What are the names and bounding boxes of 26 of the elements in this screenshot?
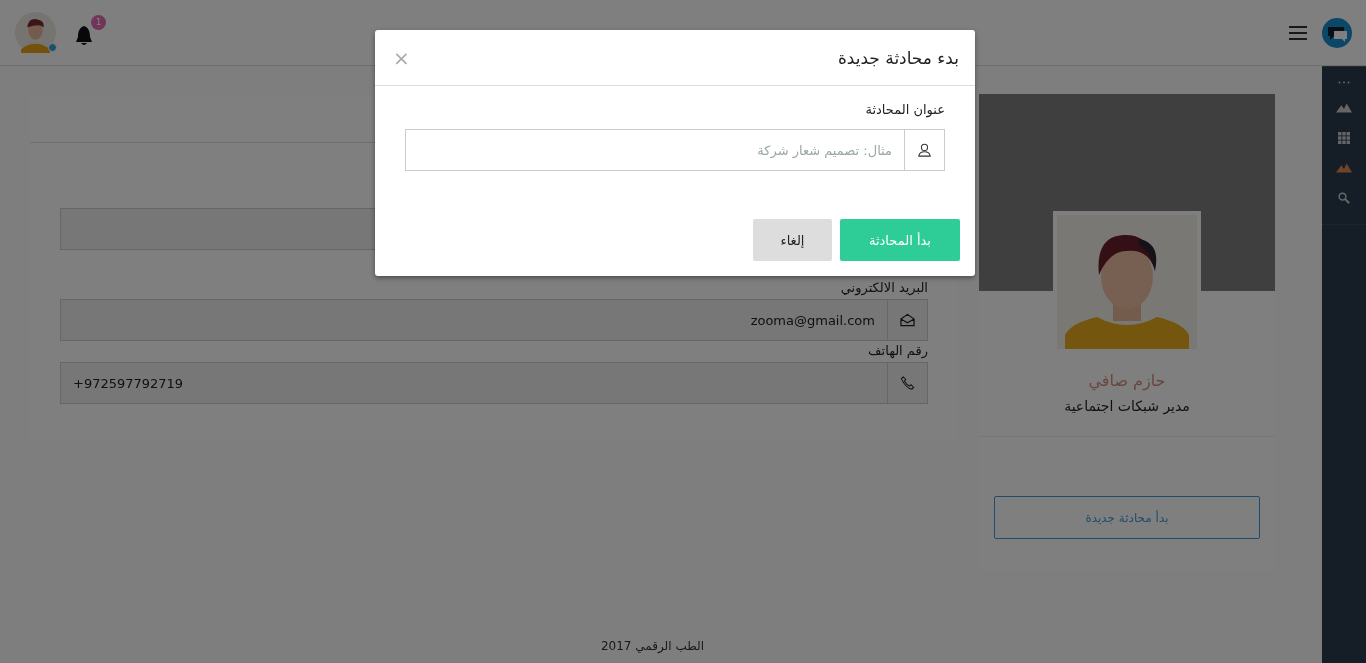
grid-icon[interactable] xyxy=(1336,132,1352,144)
field-label: رقم الهاتف xyxy=(867,343,928,358)
field-label: البريد الالكتروني xyxy=(839,280,928,295)
more-icon[interactable] xyxy=(1338,81,1350,84)
profile-name: حازم صافي xyxy=(1088,371,1166,390)
menu-icon[interactable] xyxy=(1289,25,1307,40)
input-field[interactable]: +972597792719 xyxy=(60,362,887,404)
cancel-button[interactable]: إلغاء xyxy=(753,219,832,261)
profile-role: مدير شبكات اجتماعية xyxy=(1064,398,1190,414)
dialog-title: بدء محادثة جديدة xyxy=(837,47,959,68)
user-icon xyxy=(917,143,932,157)
mountain-icon[interactable] xyxy=(1336,162,1352,174)
chat-logo-icon[interactable] xyxy=(1322,17,1352,48)
notification-badge: 1 xyxy=(91,14,106,30)
mountain-icon[interactable] xyxy=(1336,102,1352,114)
field-label: عنوان المحادثة xyxy=(864,102,945,117)
envelope-icon xyxy=(900,313,915,327)
bell-icon[interactable] xyxy=(74,24,94,47)
close-button[interactable]: × xyxy=(387,45,416,70)
footer-text: الطب الرقمي 2017 xyxy=(599,639,706,653)
phone-icon xyxy=(900,376,915,390)
input-field[interactable]: zooma@gmail.com xyxy=(60,299,887,341)
avatar[interactable] xyxy=(15,12,56,53)
search-icon[interactable] xyxy=(1336,192,1352,204)
new-chat-button[interactable]: بدأ محادثة جديدة xyxy=(994,496,1260,539)
input-field[interactable]: مثال: تصميم شعار شركة xyxy=(405,129,904,171)
